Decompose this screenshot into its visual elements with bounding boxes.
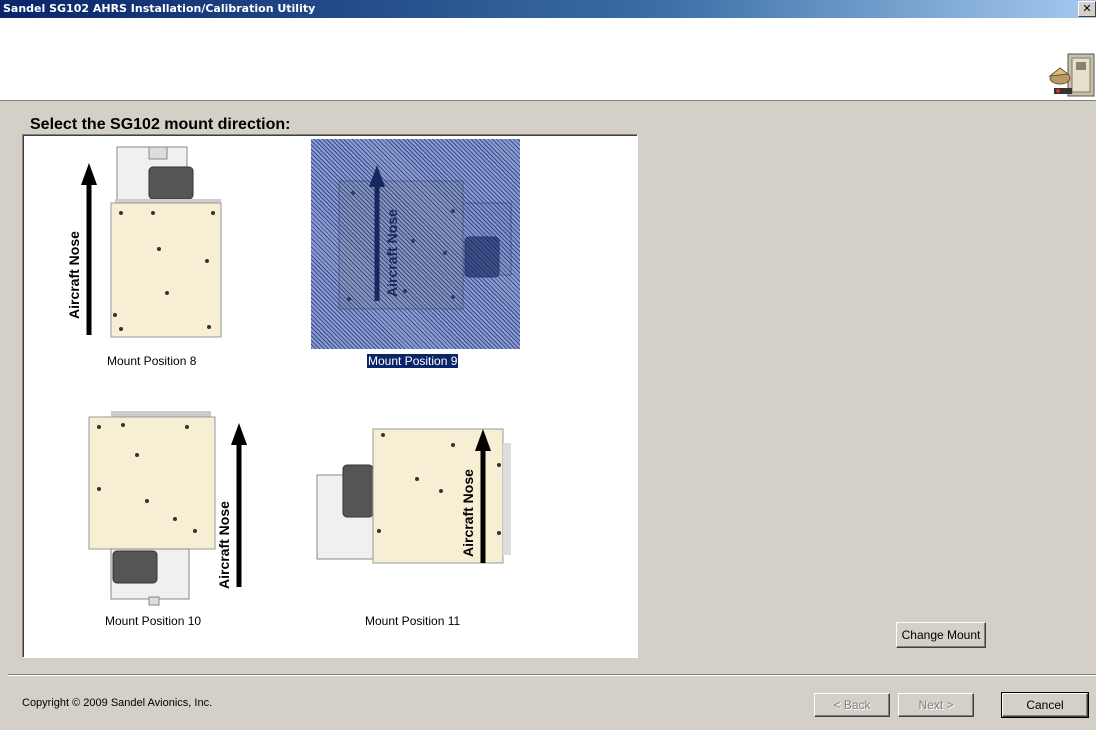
mount-position-11-diagram: Aircraft Nose [316, 428, 511, 564]
list-item-mount-position-9[interactable]: Aircraft Nose Mount Position 9 [23, 135, 637, 385]
mount-position-10-diagram: Aircraft Nose [88, 411, 247, 606]
cancel-button[interactable]: Cancel [1001, 692, 1089, 718]
ahrs-device-icon [1048, 53, 1095, 97]
close-icon[interactable]: ✕ [1078, 1, 1096, 17]
window-title: Sandel SG102 AHRS Installation/Calibrati… [3, 2, 316, 15]
copyright-text: Copyright © 2009 Sandel Avionics, Inc. [22, 697, 213, 709]
footer-separator [8, 674, 1096, 676]
list-item-mount-position-10[interactable]: Aircraft Nose Mount Position 10 [23, 395, 323, 635]
nose-arrow-label: Aircraft Nose [216, 501, 232, 589]
title-bar[interactable]: Sandel SG102 AHRS Installation/Calibrati… [0, 0, 1096, 18]
change-mount-button[interactable]: Change Mount [896, 622, 986, 648]
list-item-mount-position-11[interactable]: Aircraft Nose Mount Position 11 [313, 395, 613, 635]
nose-arrow-label: Aircraft Nose [460, 469, 476, 557]
next-button[interactable]: Next > [898, 693, 974, 717]
mount-position-label: Mount Position 11 [365, 614, 461, 628]
back-button[interactable]: < Back [814, 693, 890, 717]
mount-position-label: Mount Position 10 [105, 614, 202, 628]
wizard-header [0, 18, 1096, 101]
selection-highlight [311, 139, 520, 349]
mount-position-label: Mount Position 9 [365, 353, 460, 369]
page-heading: Select the SG102 mount direction: [30, 116, 291, 133]
mount-position-list[interactable]: Aircraft Nose Mount Position 8 Aircraft … [22, 134, 638, 658]
